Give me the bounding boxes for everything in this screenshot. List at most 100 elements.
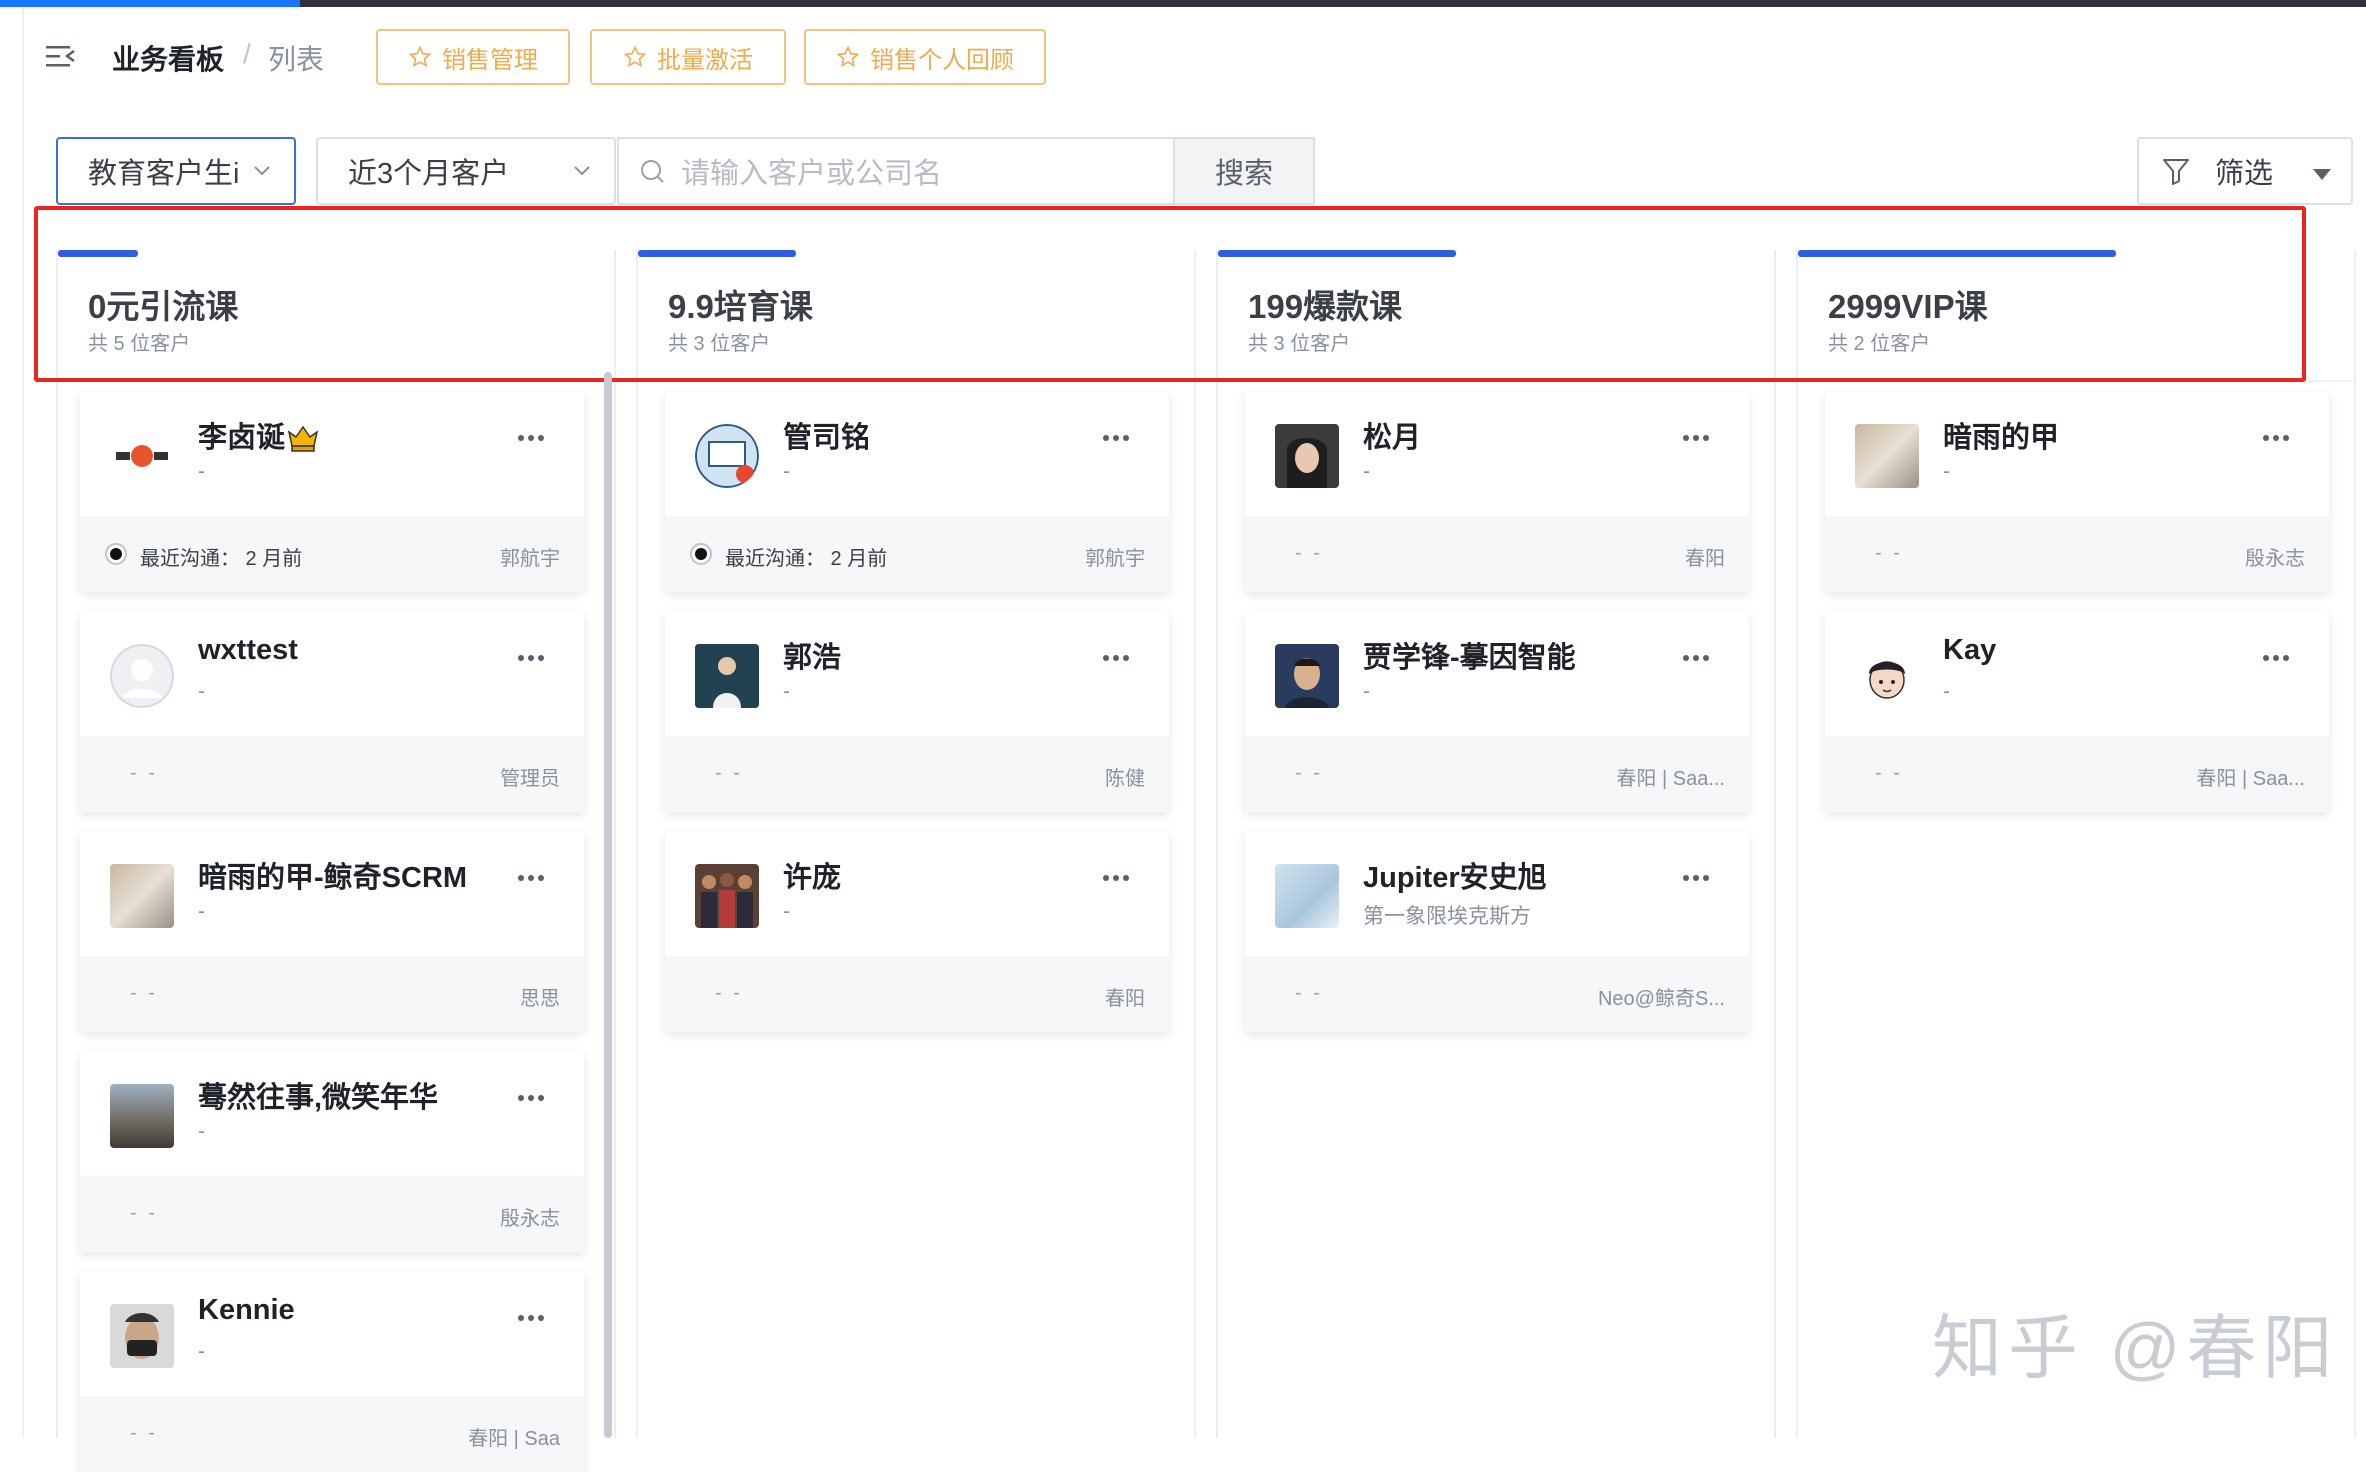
customer-name[interactable]: 许庞	[783, 854, 1063, 896]
customer-name[interactable]: Kay	[1943, 634, 2223, 667]
customer-name[interactable]: 暗雨的甲-鲸奇SCRM	[198, 854, 478, 896]
more-icon[interactable]	[1103, 654, 1129, 662]
batch-activate-button[interactable]: 批量激活	[590, 29, 786, 85]
avatar	[1275, 424, 1339, 488]
customer-name[interactable]: 管司铭	[783, 414, 1063, 456]
more-icon[interactable]	[518, 874, 544, 882]
owner: 春阳 | Saa...	[2196, 768, 2305, 790]
search-placeholder: 请输入客户或公司名	[681, 158, 943, 190]
highlight-box	[34, 206, 2306, 382]
customer-card[interactable]: 松月 - - - 春阳	[1245, 392, 1749, 592]
customer-company: -	[198, 680, 205, 703]
owner: 殷永志	[500, 1208, 560, 1230]
customer-name[interactable]: Kennie	[198, 1294, 478, 1327]
column-scrollbar[interactable]	[604, 372, 612, 1438]
more-icon[interactable]	[1683, 434, 1709, 442]
customer-card[interactable]: wxttest - - - 管理员	[80, 612, 584, 812]
customer-card[interactable]: 许庞 - - - 春阳	[665, 832, 1169, 1032]
column-border	[1796, 250, 1798, 1438]
card-footer: - - 思思	[80, 956, 584, 1032]
owner: 春阳	[1105, 988, 1145, 1010]
more-icon[interactable]	[518, 434, 544, 442]
customer-name[interactable]: 暗雨的甲	[1943, 414, 2223, 456]
search-icon	[641, 160, 664, 183]
menu-fold-icon[interactable]	[44, 40, 78, 74]
customer-company: -	[198, 460, 205, 483]
customer-company: -	[783, 900, 790, 923]
customer-card[interactable]: Kennie - - - 春阳 | Saa	[80, 1272, 584, 1472]
more-icon[interactable]	[1103, 874, 1129, 882]
more-icon[interactable]	[1103, 434, 1129, 442]
owner: 陈健	[1105, 768, 1145, 790]
customer-card[interactable]: 李卤诞 - 最近沟通： 2 月前 郭航宇	[80, 392, 584, 592]
more-icon[interactable]	[1683, 874, 1709, 882]
customer-name[interactable]: 贾学锋-摹因智能	[1363, 634, 1643, 676]
column-border	[614, 250, 616, 1438]
customer-card[interactable]: Kay - - - 春阳 | Saa...	[1825, 612, 2329, 812]
time-range-select[interactable]: 近3个月客户	[316, 137, 616, 205]
chevron-down-icon	[574, 166, 590, 176]
avatar	[110, 424, 174, 488]
customer-card[interactable]: 蓦然往事,微笑年华 - - - 殷永志	[80, 1052, 584, 1252]
customer-name[interactable]: 蓦然往事,微笑年华	[198, 1074, 478, 1116]
customer-name[interactable]: wxttest	[198, 634, 478, 667]
more-icon[interactable]	[2263, 654, 2289, 662]
search-input[interactable]: 请输入客户或公司名	[617, 137, 1173, 205]
column-border	[636, 250, 638, 1438]
customer-company: -	[1363, 460, 1370, 483]
sales-management-button[interactable]: 销售管理	[376, 29, 570, 85]
search-button[interactable]: 搜索	[1173, 137, 1315, 205]
star-icon	[836, 45, 860, 68]
column-border	[1774, 250, 1776, 1438]
breadcrumb-current: 列表	[268, 44, 325, 75]
customer-card[interactable]: 郭浩 - - - 陈健	[665, 612, 1169, 812]
photo-avatar-image	[1275, 644, 1339, 708]
last-contact: - -	[1295, 542, 1323, 564]
last-contact: - -	[1875, 542, 1903, 564]
filter-icon	[2163, 159, 2189, 185]
customer-card[interactable]: 暗雨的甲-鲸奇SCRM - - - 思思	[80, 832, 584, 1032]
column-border	[1216, 250, 1218, 1438]
top-accent	[0, 0, 300, 7]
customer-name[interactable]: 郭浩	[783, 634, 1063, 676]
photo-avatar-image	[695, 424, 759, 488]
owner: 春阳	[1685, 548, 1725, 570]
avatar	[695, 644, 759, 708]
owner: 殷永志	[2245, 548, 2305, 570]
last-contact: - -	[130, 1202, 158, 1224]
customer-name[interactable]: 松月	[1363, 414, 1643, 456]
photo-avatar-image	[695, 864, 759, 928]
customer-name[interactable]: Jupiter安史旭	[1363, 854, 1643, 896]
customer-type-select[interactable]: 教育客户生i	[56, 137, 296, 205]
last-contact: 最近沟通： 2 月前	[725, 548, 888, 570]
customer-name[interactable]: 李卤诞	[198, 414, 478, 456]
more-icon[interactable]	[2263, 434, 2289, 442]
customer-company: -	[198, 900, 205, 923]
owner: 春阳 | Saa	[468, 1428, 560, 1450]
more-icon[interactable]	[518, 1094, 544, 1102]
logo-avatar-image	[110, 424, 174, 488]
filter-button[interactable]: 筛选	[2137, 137, 2353, 205]
card-footer: - - 春阳 | Saa...	[1825, 736, 2329, 812]
sales-review-button[interactable]: 销售个人回顾	[804, 29, 1046, 85]
last-contact: 最近沟通： 2 月前	[140, 548, 303, 570]
chevron-down-icon	[254, 166, 270, 176]
radio-dot-icon	[690, 543, 712, 565]
customer-card[interactable]: 暗雨的甲 - - - 殷永志	[1825, 392, 2329, 592]
star-icon	[408, 45, 432, 68]
card-footer: - - 陈健	[665, 736, 1169, 812]
card-footer: - - 春阳 | Saa...	[1245, 736, 1749, 812]
breadcrumb-main[interactable]: 业务看板	[112, 38, 224, 78]
customer-card[interactable]: Jupiter安史旭 第一象限埃克斯方 - - Neo@鲸奇S...	[1245, 832, 1749, 1032]
more-icon[interactable]	[1683, 654, 1709, 662]
customer-company: -	[198, 1340, 205, 1363]
select-value: 教育客户生i	[88, 158, 240, 190]
customer-card[interactable]: 管司铭 - 最近沟通： 2 月前 郭航宇	[665, 392, 1169, 592]
last-contact: - -	[130, 762, 158, 784]
more-icon[interactable]	[518, 1314, 544, 1322]
last-contact: - -	[130, 1422, 158, 1444]
customer-company: -	[1363, 680, 1370, 703]
more-icon[interactable]	[518, 654, 544, 662]
customer-card[interactable]: 贾学锋-摹因智能 - - - 春阳 | Saa...	[1245, 612, 1749, 812]
last-contact: - -	[715, 982, 743, 1004]
